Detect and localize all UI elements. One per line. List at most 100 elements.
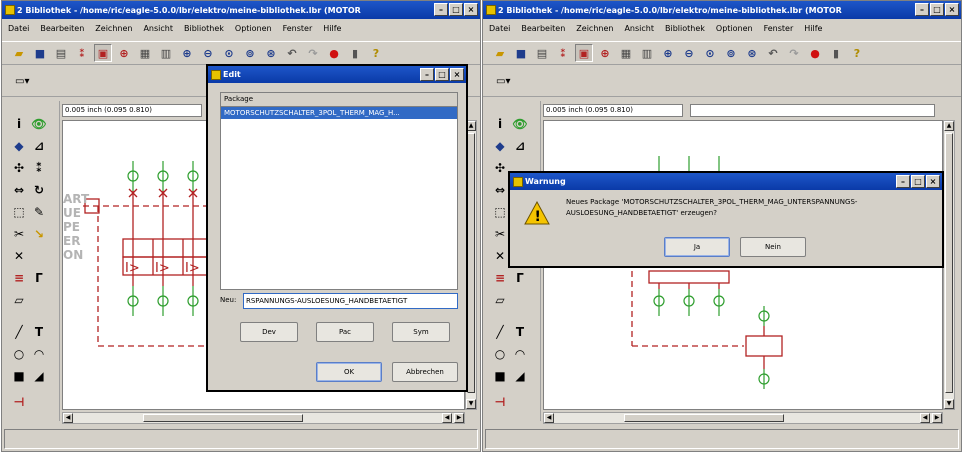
ulp-icon[interactable]: ▥ [157,44,175,62]
text-icon[interactable]: T [511,323,529,341]
go-icon[interactable]: ▮ [346,44,364,62]
menu-fenster[interactable]: Fenster [764,24,794,33]
menu-datei[interactable]: Datei [489,24,510,33]
script-icon[interactable]: ▦ [617,44,635,62]
display-icon[interactable]: ◆ [10,137,28,155]
help-icon[interactable]: ? [367,44,385,62]
paste-icon[interactable]: ✂ [10,225,28,243]
name-icon[interactable]: ≡ [10,269,28,287]
print-icon[interactable]: ▤ [533,44,551,62]
rect-icon[interactable]: ■ [10,367,28,385]
close-icon[interactable]: × [926,175,940,188]
package-icon[interactable]: ▣ [575,44,593,62]
zoom-select-icon[interactable]: ⊙ [701,44,719,62]
scroll-left-icon[interactable]: ◀ [63,413,73,423]
maximize-icon[interactable]: □ [911,175,925,188]
arc-icon[interactable]: ◠ [30,345,48,363]
change-icon[interactable]: ✎ [30,203,48,221]
scroll-left-icon[interactable]: ◀ [544,413,554,423]
maximize-icon[interactable]: □ [930,3,944,16]
minimize-icon[interactable]: – [915,3,929,16]
delete-icon[interactable]: ✕ [10,247,28,265]
menu-optionen[interactable]: Optionen [716,24,753,33]
menu-bearbeiten[interactable]: Bearbeiten [40,24,84,33]
library-icon[interactable]: ⁑ [73,44,91,62]
circle-icon[interactable]: ○ [491,345,509,363]
open-icon[interactable]: ▰ [491,44,509,62]
value-icon[interactable]: Γ [511,269,529,287]
rect-icon[interactable]: ■ [491,367,509,385]
info-icon[interactable]: i [10,115,28,133]
redraw-icon[interactable]: ⊛ [743,44,761,62]
save-icon[interactable]: ■ [512,44,530,62]
minimize-icon[interactable]: – [896,175,910,188]
scroll-up-icon[interactable]: ▲ [944,121,954,131]
delete-icon[interactable]: ✕ [491,247,509,265]
menu-datei[interactable]: Datei [8,24,29,33]
scroll-thumb[interactable] [624,414,784,422]
menu-optionen[interactable]: Optionen [235,24,272,33]
left-horizontal-scrollbar[interactable]: ◀ ◀ ▶ [62,412,465,424]
menu-zeichnen[interactable]: Zeichnen [576,24,613,33]
wire-icon[interactable]: ╱ [491,323,509,341]
script-icon[interactable]: ▦ [136,44,154,62]
stop-icon[interactable]: ● [325,44,343,62]
menu-hilfe[interactable]: Hilfe [323,24,341,33]
stop-icon[interactable]: ● [806,44,824,62]
split-icon[interactable]: ↘ [30,225,48,243]
minimize-icon[interactable]: – [420,68,434,81]
copy-icon[interactable]: ⁑ [30,159,48,177]
mark-icon[interactable]: ⊿ [30,137,48,155]
zoom-select-icon[interactable]: ⊙ [220,44,238,62]
cancel-button[interactable]: Abbrechen [392,362,458,382]
mark-icon[interactable]: ⊿ [511,137,529,155]
scroll-down-icon[interactable]: ▼ [466,399,476,409]
name-icon[interactable]: ≡ [491,269,509,287]
maximize-icon[interactable]: □ [435,68,449,81]
value-icon[interactable]: Γ [30,269,48,287]
close-icon[interactable]: × [464,3,478,16]
scroll-left-icon[interactable]: ◀ [442,413,452,423]
move-icon[interactable]: ✣ [10,159,28,177]
scroll-thumb[interactable] [467,133,475,393]
new-name-input[interactable]: RSPANNUNGS-AUSLOESUNG_HANDBETAETIGT [243,293,458,309]
scroll-thumb[interactable] [143,414,303,422]
undo-icon[interactable]: ↶ [764,44,782,62]
menu-bearbeiten[interactable]: Bearbeiten [521,24,565,33]
symbol-icon[interactable]: ⊕ [115,44,133,62]
scroll-left-icon[interactable]: ◀ [920,413,930,423]
zoom-fit-icon[interactable]: ⊚ [241,44,259,62]
menu-fenster[interactable]: Fenster [283,24,313,33]
layer-select-icon[interactable]: ▭▾ [15,76,33,90]
arc-icon[interactable]: ◠ [511,345,529,363]
text-icon[interactable]: T [30,323,48,341]
wire-icon[interactable]: ╱ [10,323,28,341]
print-icon[interactable]: ▤ [52,44,70,62]
group-icon[interactable]: ⬚ [491,203,509,221]
menu-ansicht[interactable]: Ansicht [624,24,654,33]
zoom-out-icon[interactable]: ⊖ [680,44,698,62]
menu-ansicht[interactable]: Ansicht [143,24,173,33]
close-icon[interactable]: × [945,3,959,16]
package-list-header[interactable]: Package [221,93,457,107]
symbol-icon[interactable]: ⊕ [596,44,614,62]
ulp-icon[interactable]: ▥ [638,44,656,62]
paste-icon[interactable]: ✂ [491,225,509,243]
polygon-icon[interactable]: ◢ [511,367,529,385]
zoom-in-icon[interactable]: ⊕ [178,44,196,62]
menu-bibliothek[interactable]: Bibliothek [184,24,224,33]
mirror-icon[interactable]: ⇔ [10,181,28,199]
zoom-in-icon[interactable]: ⊕ [659,44,677,62]
smash-icon[interactable]: ▱ [10,291,28,309]
package-icon[interactable]: ▣ [94,44,112,62]
close-icon[interactable]: × [450,68,464,81]
pac-button[interactable]: Pac [316,322,374,342]
yes-button[interactable]: Ja [664,237,730,257]
minimize-icon[interactable]: – [434,3,448,16]
pin-icon[interactable]: ⊣ [10,393,28,411]
scroll-down-icon[interactable]: ▼ [944,399,954,409]
no-button[interactable]: Nein [740,237,806,257]
help-icon[interactable]: ? [848,44,866,62]
right-horizontal-scrollbar[interactable]: ◀ ◀ ▶ [543,412,943,424]
maximize-icon[interactable]: □ [449,3,463,16]
